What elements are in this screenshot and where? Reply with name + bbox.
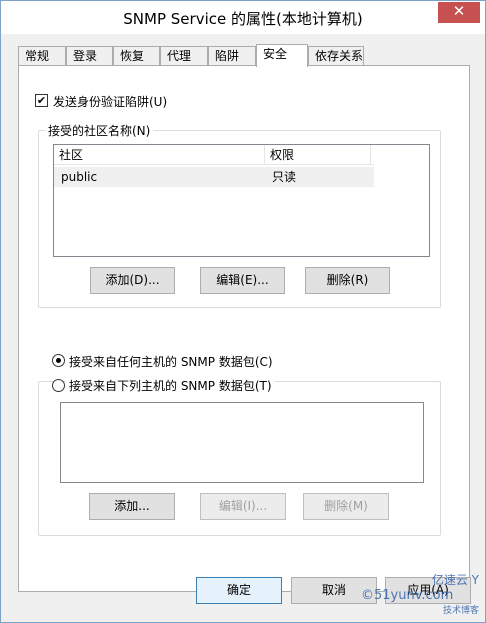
community-list[interactable]: 社区 权限 public 只读 bbox=[53, 144, 430, 257]
community-rights-cell: 只读 bbox=[272, 170, 297, 184]
properties-window: SNMP Service 的属性(本地计算机) ✕ 常规 登录 恢复 代理 陷阱… bbox=[0, 0, 486, 623]
table-row[interactable]: public 只读 bbox=[54, 167, 374, 187]
host-add-button[interactable]: 添加... bbox=[89, 493, 175, 520]
close-icon: ✕ bbox=[452, 2, 466, 20]
tab-dependencies[interactable]: 依存关系 bbox=[308, 46, 364, 66]
tab-logon[interactable]: 登录 bbox=[66, 46, 113, 66]
watermark-line-2: ©51yunv.com bbox=[361, 588, 454, 603]
watermark-logo: 亿速云 Y ©51yunv.com 技术博客 bbox=[361, 571, 485, 621]
host-edit-button[interactable]: 编辑(I)... bbox=[200, 493, 286, 520]
column-header-community[interactable]: 社区 bbox=[54, 145, 265, 165]
auth-trap-checkbox[interactable]: ✔ bbox=[35, 94, 48, 107]
accept-any-host-label[interactable]: 接受来自任何主机的 SNMP 数据包(C) bbox=[69, 353, 273, 370]
community-name-cell: public bbox=[61, 170, 98, 184]
security-panel: ✔ 发送身份验证陷阱(U) 接受的社区名称(N) 社区 权限 public 只读… bbox=[18, 65, 470, 592]
watermark-line-1: 亿速云 Y bbox=[431, 573, 479, 587]
window-title: SNMP Service 的属性(本地计算机) bbox=[123, 10, 363, 28]
accept-any-host-radio[interactable] bbox=[52, 354, 65, 367]
watermark-line-3: 技术博客 bbox=[442, 606, 479, 616]
radio-selected-dot bbox=[56, 358, 61, 363]
host-remove-button[interactable]: 删除(M) bbox=[303, 493, 389, 520]
community-remove-button[interactable]: 删除(R) bbox=[305, 267, 390, 294]
dialog-body: 常规 登录 恢复 代理 陷阱 安全 依存关系 ✔ 发送身份验证陷阱(U) 接受的… bbox=[1, 34, 485, 622]
ok-button[interactable]: 确定 bbox=[196, 577, 282, 604]
tab-recovery[interactable]: 恢复 bbox=[113, 46, 160, 66]
tab-general[interactable]: 常规 bbox=[18, 46, 66, 66]
close-button[interactable]: ✕ bbox=[438, 2, 480, 23]
community-edit-button[interactable]: 编辑(E)... bbox=[200, 267, 285, 294]
community-add-button[interactable]: 添加(D)... bbox=[90, 267, 175, 294]
tab-security[interactable]: 安全 bbox=[256, 44, 308, 67]
host-list[interactable] bbox=[60, 402, 424, 483]
community-group-label: 接受的社区名称(N) bbox=[45, 122, 154, 139]
accept-listed-hosts-label[interactable]: 接受来自下列主机的 SNMP 数据包(T) bbox=[66, 377, 275, 394]
auth-trap-label[interactable]: 发送身份验证陷阱(U) bbox=[53, 93, 167, 110]
community-list-header: 社区 权限 bbox=[54, 145, 374, 165]
tab-agent[interactable]: 代理 bbox=[160, 46, 208, 66]
accept-listed-hosts-radio[interactable] bbox=[52, 379, 65, 392]
column-header-rights[interactable]: 权限 bbox=[265, 145, 371, 165]
tab-traps[interactable]: 陷阱 bbox=[208, 46, 256, 66]
title-bar: SNMP Service 的属性(本地计算机) ✕ bbox=[1, 1, 485, 34]
